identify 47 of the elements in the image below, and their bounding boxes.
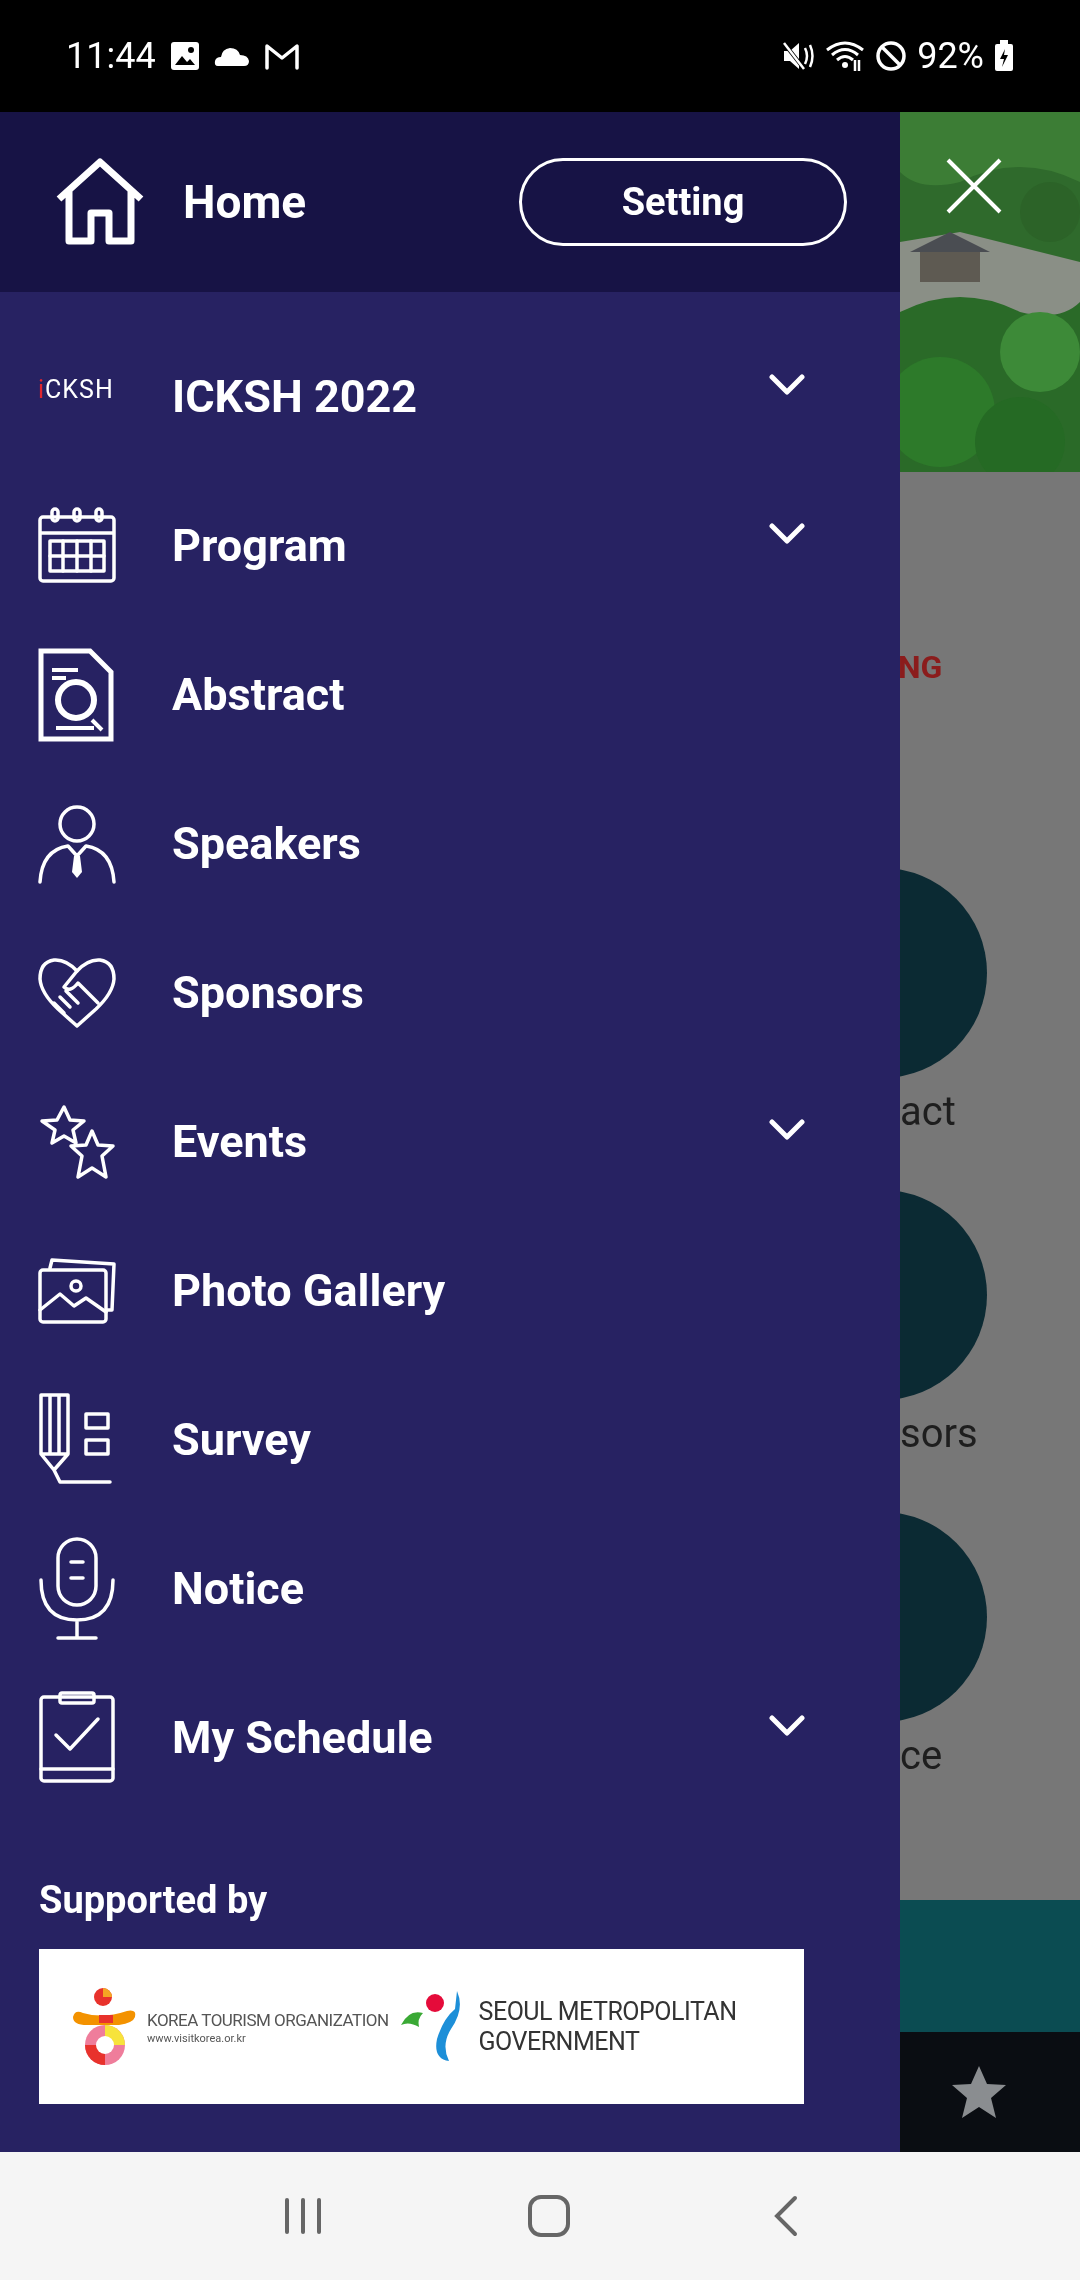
back-icon[interactable] <box>773 2195 799 2237</box>
menu-item[interactable]: Notice <box>172 1554 805 1623</box>
close-icon[interactable] <box>945 157 1003 215</box>
menu-item[interactable]: Abstract <box>172 660 805 729</box>
sponsor-name: KOREA TOURISM ORGANIZATION <box>147 2008 389 2032</box>
feature-label: sors <box>900 1410 979 1458</box>
setting-button[interactable]: Setting <box>519 158 847 246</box>
chevron-down-icon[interactable] <box>769 522 805 545</box>
sponsor-name: SEOUL METROPOLITAN GOVERNMENT <box>478 1996 737 2057</box>
home-nav-icon[interactable] <box>527 2194 571 2238</box>
star-icon[interactable] <box>950 2064 1008 2120</box>
feature-label: act <box>900 1088 957 1136</box>
mail-icon <box>263 42 300 70</box>
image-icon <box>169 41 200 71</box>
clipboard-check-icon <box>38 1690 116 1785</box>
sponsor-url: www.visitkorea.or.kr <box>147 2033 247 2046</box>
home-label[interactable]: Home <box>183 167 307 237</box>
chevron-down-icon[interactable] <box>769 1118 805 1141</box>
heart-handshake-icon <box>38 956 116 1029</box>
supported-by-heading: Supported by <box>39 1877 269 1924</box>
calendar-icon <box>38 506 116 585</box>
menu-item[interactable]: Photo Gallery <box>172 1256 805 1325</box>
microphone-icon <box>38 1535 116 1642</box>
menu-item[interactable]: Events <box>172 1107 769 1176</box>
icksh-logo: iCKSH <box>38 373 114 406</box>
menu-item[interactable]: Program <box>172 511 769 580</box>
battery-icon <box>994 40 1014 72</box>
photos-icon <box>38 1257 116 1324</box>
mute-icon <box>781 40 816 72</box>
do-not-disturb-icon <box>875 40 908 72</box>
menu-item[interactable]: My Schedule <box>172 1703 769 1772</box>
wifi-icon <box>825 40 866 72</box>
document-search-icon <box>38 647 114 742</box>
person-icon <box>38 803 116 884</box>
home-icon[interactable] <box>55 157 145 247</box>
cloud-icon <box>213 45 250 67</box>
menu-item[interactable]: Survey <box>172 1405 805 1474</box>
heading-text: NG <box>900 647 944 687</box>
menu-item[interactable]: ICKSH 2022 <box>172 362 769 431</box>
stars-icon <box>38 1103 116 1180</box>
menu-item[interactable]: Speakers <box>172 809 805 878</box>
battery-percentage: 92% <box>917 34 984 79</box>
menu-item[interactable]: Sponsors <box>172 958 805 1027</box>
clock: 11:44 <box>66 34 156 79</box>
feature-label: ce <box>900 1732 944 1780</box>
chevron-down-icon[interactable] <box>769 373 805 396</box>
chevron-down-icon[interactable] <box>769 1714 805 1737</box>
